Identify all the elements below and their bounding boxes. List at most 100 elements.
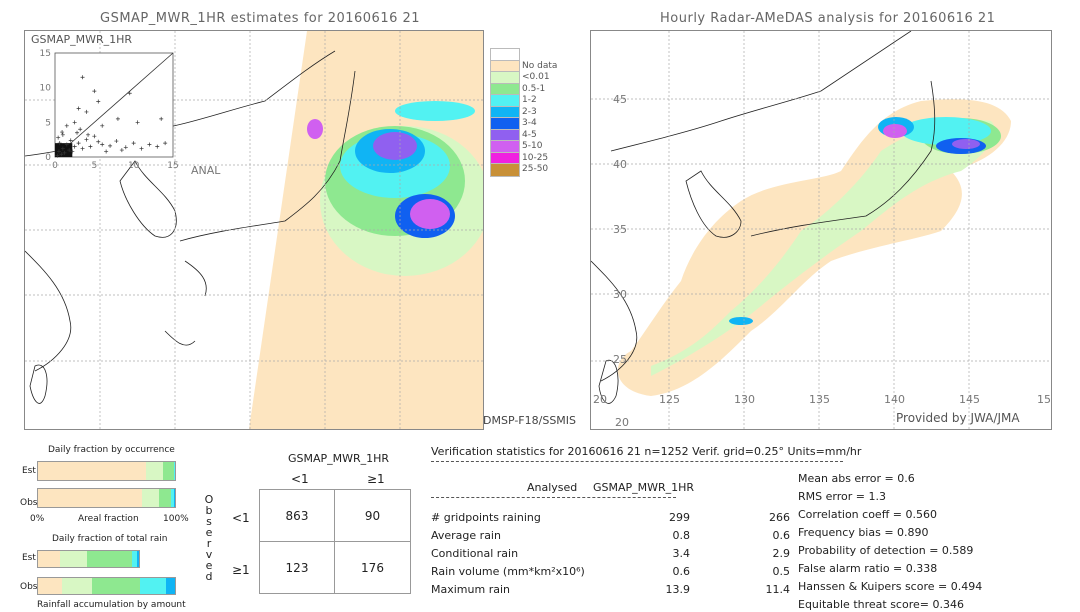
occurrence-est-bar [37,461,176,481]
right-map-graphic [591,31,1051,429]
rain-area-violet2 [410,199,450,229]
lat-tick-20: 20 [615,416,629,429]
occurrence-est-label: Est [22,466,36,476]
coastline-taiwan [29,364,48,404]
lat-tick-35: 35 [613,223,627,236]
y-tick-label: 0 [45,153,51,163]
stat-analysed: 13.9 [665,583,691,596]
legend-item: 4-5 [490,128,560,143]
occurrence-x-label: Areal fraction [78,514,139,524]
lon-tick-130: 130 [734,393,755,406]
left-map-title: GSMAP_MWR_1HR estimates for 20160616 21 [100,11,421,26]
legend-label: 3-4 [522,118,537,128]
side-label-char: d [205,570,213,583]
legend-label: 5-10 [522,141,543,151]
coastline-china [25,250,72,372]
header-divider [431,461,843,462]
legend-label: 1-2 [522,95,537,105]
legend-item: 2-3 [490,105,560,120]
legend-item: 1-2 [490,94,560,108]
contingency-title: GSMAP_MWR_1HR [288,452,390,465]
stat-analysed: 3.4 [672,547,691,560]
lon-tick-145: 145 [959,393,980,406]
x-tick-label: 10 [128,161,140,171]
data-credit: Provided by JWA/JMA [896,411,1020,425]
legend-item: 5-10 [490,140,560,154]
x-tick-label: 5 [91,161,97,171]
legend-label: 25-50 [522,164,549,174]
stat-analysed: 299 [669,511,690,524]
bar-segment [62,578,92,594]
inset-x-label: ANAL [191,164,221,177]
cell-false-alarm: 90 [334,489,411,542]
cell-hit: 176 [334,541,411,594]
verification-header: Verification statistics for 20160616 21 … [431,445,862,458]
score-line: Frequency bias = 0.890 [798,526,929,539]
lon-tick-150: 15 [1037,393,1051,406]
score-line: Correlation coeff = 0.560 [798,508,937,521]
x-tick-label: 0 [52,161,58,171]
rain-area-magenta [883,124,907,138]
bar-segment [140,578,166,594]
right-rain-map: 45 40 35 30 25 20 20 125 130 135 140 145… [590,30,1052,430]
lon-tick-120: 20 [593,393,607,406]
legend-label: 0.5-1 [522,83,546,94]
bar-segment [136,551,139,567]
legend-item: 0.5-1 [490,82,560,97]
rain-area-northeast [395,101,475,121]
stat-label: Conditional rain [431,547,519,560]
legend-item: 10-25 [490,151,560,166]
legend-swatch [490,163,520,177]
row-header-ge1: ≥1 [232,563,250,577]
stat-label: Rain volume (mm*km²x10⁶) [431,565,585,578]
lat-tick-40: 40 [613,158,627,171]
lat-tick-30: 30 [613,288,627,301]
right-map-title: Hourly Radar-AMeDAS analysis for 2016061… [660,11,996,26]
bar-segment [146,462,163,480]
bar-segment [162,462,174,480]
bar-segment [173,489,175,507]
bar-segment [38,462,147,480]
stat-analysed: 0.6 [672,565,691,578]
total-x-label: Rainfall accumulation by amount [37,600,186,610]
lon-tick-125: 125 [659,393,680,406]
score-line: Probability of detection = 0.589 [798,544,974,557]
col-model: GSMAP_MWR_1HR [593,481,695,494]
stat-analysed: 0.8 [672,529,691,542]
total-obs-bar [37,577,176,595]
bar-segment [165,578,175,594]
bar-segment [87,551,132,567]
rain-area-purple-east [952,139,980,149]
stat-model: 0.5 [772,565,791,578]
rain-area-purple [373,132,417,160]
bar-segment [91,578,141,594]
rain-area-south [729,317,753,325]
score-line: Equitable threat score= 0.346 [798,598,964,611]
stat-model: 0.6 [772,529,791,542]
col-header-ge1: ≥1 [367,472,385,486]
inset-scatter-plot: 0 5 10 15 0 5 10 15 [40,49,179,171]
score-line: Mean abs error = 0.6 [798,472,915,485]
row-header-lt1: <1 [232,511,250,525]
left-rain-map: GSMAP_MWR_1HR 0 5 10 15 0 5 10 15 ANAL [24,30,484,430]
color-legend: No data <0.01 0.5-1 1-2 2-3 3-4 4-5 5-10 10-25 25… [490,48,560,177]
y-tick-label: 5 [45,118,51,128]
occurrence-right-label: 100% [163,514,189,524]
stat-label: # gridpoints raining [431,511,541,524]
observed-side-label: Observed [204,494,214,582]
lon-tick-140: 140 [884,393,905,406]
stat-model: 2.9 [772,547,791,560]
score-line: False alarm ratio = 0.338 [798,562,938,575]
x-tick-label: 15 [167,161,178,171]
legend-item: No data [490,59,560,74]
total-rain-title: Daily fraction of total rain [52,534,168,544]
bar-segment [60,551,88,567]
legend-item: 25-50 [490,163,560,177]
cell-miss: 123 [259,541,335,594]
bar-segment [142,489,159,507]
legend-label: <0.01 [522,72,550,82]
total-obs-label: Obs [20,582,38,592]
legend-label: 2-3 [522,106,537,117]
rain-area-west [307,119,323,139]
total-est-bar [37,550,140,568]
